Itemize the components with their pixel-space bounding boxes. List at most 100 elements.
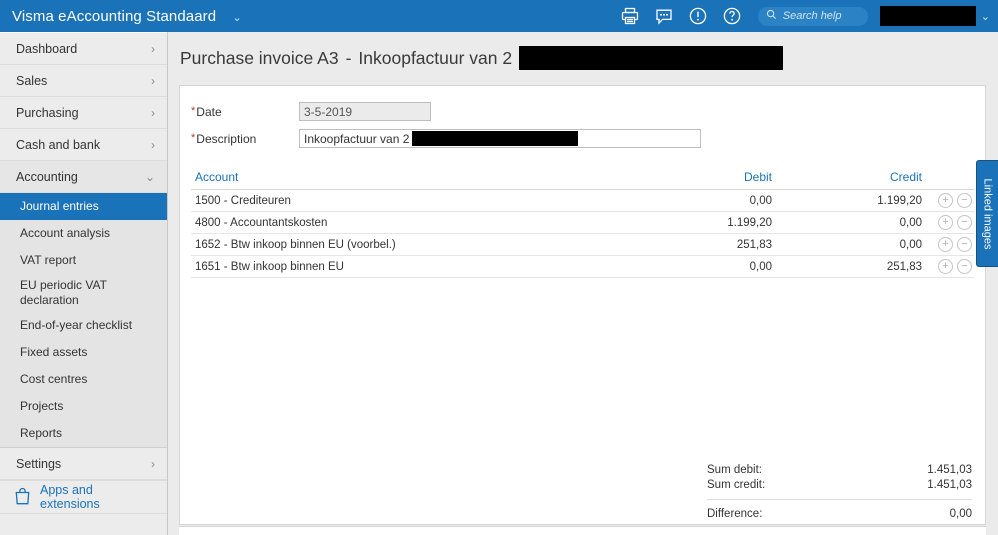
chevron-right-icon: › bbox=[151, 41, 155, 56]
sidebar-item-accounting[interactable]: Accounting ⌄ bbox=[0, 161, 167, 193]
remove-row-button[interactable]: − bbox=[957, 259, 972, 274]
linked-images-tab[interactable]: Linked images bbox=[976, 160, 998, 267]
sidebar-accounting-submenu: Journal entries Account analysis VAT rep… bbox=[0, 193, 167, 447]
cell-account: 1651 - Btw inkoop binnen EU bbox=[195, 260, 344, 273]
sidebar-bottom-items: Settings › Apps and extensions bbox=[0, 447, 167, 514]
cell-debit: 0,00 bbox=[749, 260, 772, 273]
search-icon bbox=[766, 7, 777, 25]
sidebar-item-label: Cash and bank bbox=[16, 137, 101, 152]
description-redacted bbox=[412, 131, 579, 146]
row-actions: + − bbox=[922, 193, 974, 208]
add-row-button[interactable]: + bbox=[938, 193, 953, 208]
sidebar-item-account-analysis[interactable]: Account analysis bbox=[0, 220, 167, 247]
description-field[interactable]: Inkoopfactuur van 2 bbox=[299, 129, 701, 148]
sidebar-item-journal-entries[interactable]: Journal entries bbox=[0, 193, 167, 220]
chevron-down-icon: ⌄ bbox=[144, 169, 155, 184]
app-brand-title[interactable]: Visma eAccounting Standaard ⌄ bbox=[0, 8, 242, 25]
sidebar-item-end-of-year-checklist[interactable]: End-of-year checklist bbox=[0, 312, 167, 339]
cell-credit: 0,00 bbox=[899, 216, 922, 229]
totals-summary: Sum debit: 1.451,03 Sum credit: 1.451,03… bbox=[707, 463, 972, 522]
page-title-separator: - bbox=[345, 47, 352, 68]
user-menu[interactable]: ⌄ bbox=[879, 6, 998, 26]
sidebar-item-sales[interactable]: Sales › bbox=[0, 65, 167, 97]
sidebar-item-reports[interactable]: Reports bbox=[0, 420, 167, 447]
sidebar-item-label: Purchasing bbox=[16, 105, 79, 120]
cell-credit: 251,83 bbox=[886, 260, 922, 273]
sidebar-item-purchasing[interactable]: Purchasing › bbox=[0, 97, 167, 129]
column-header-account[interactable]: Account bbox=[191, 170, 622, 184]
date-field[interactable]: 3-5-2019 bbox=[299, 102, 431, 121]
sidebar-subitem-label: Journal entries bbox=[20, 199, 99, 213]
user-name-redacted bbox=[879, 6, 976, 26]
add-row-button[interactable]: + bbox=[938, 215, 953, 230]
table-row[interactable]: 1651 - Btw inkoop binnen EU 0,00 251,83 … bbox=[191, 256, 974, 278]
form-row-date: * Date 3-5-2019 bbox=[191, 100, 985, 123]
sidebar-item-eu-periodic-vat-declaration[interactable]: EU periodic VAT declaration bbox=[0, 274, 167, 312]
sidebar-item-projects[interactable]: Projects bbox=[0, 393, 167, 420]
sidebar-item-label: Sales bbox=[16, 73, 48, 88]
header-icon-group: Search help bbox=[620, 6, 880, 26]
page-title-text: Inkoopfactuur van 2 bbox=[358, 47, 513, 68]
sum-credit-label: Sum credit: bbox=[707, 479, 766, 491]
sidebar-item-settings[interactable]: Settings › bbox=[0, 448, 167, 480]
cell-credit: 0,00 bbox=[899, 238, 922, 251]
required-marker: * bbox=[191, 105, 196, 117]
sidebar-item-vat-report[interactable]: VAT report bbox=[0, 247, 167, 274]
table-row[interactable]: 4800 - Accountantskosten 1.199,20 0,00 +… bbox=[191, 212, 974, 234]
sidebar-navigation: Dashboard › Sales › Purchasing › Cash an… bbox=[0, 32, 168, 535]
chevron-down-icon[interactable]: ⌄ bbox=[981, 10, 990, 23]
table-row[interactable]: 1652 - Btw inkoop binnen EU (voorbel.) 2… bbox=[191, 234, 974, 256]
sidebar-item-fixed-assets[interactable]: Fixed assets bbox=[0, 339, 167, 366]
cell-account: 1652 - Btw inkoop binnen EU (voorbel.) bbox=[195, 238, 396, 251]
add-row-button[interactable]: + bbox=[938, 237, 953, 252]
chevron-down-icon[interactable]: ⌄ bbox=[233, 11, 242, 24]
sidebar-item-dashboard[interactable]: Dashboard › bbox=[0, 33, 167, 65]
shopping-bag-icon bbox=[14, 487, 31, 508]
print-icon[interactable] bbox=[620, 6, 640, 26]
date-label: * Date bbox=[191, 105, 299, 119]
cell-debit: 0,00 bbox=[749, 194, 772, 207]
column-header-debit[interactable]: Debit bbox=[622, 170, 772, 184]
sum-debit-label: Sum debit: bbox=[707, 464, 762, 476]
sidebar-item-cash-and-bank[interactable]: Cash and bank › bbox=[0, 129, 167, 161]
chevron-right-icon: › bbox=[151, 73, 155, 88]
sidebar-item-label: Accounting bbox=[16, 169, 78, 184]
application-window: Visma eAccounting Standaard ⌄ Search hel… bbox=[0, 0, 998, 535]
page-title-prefix: Purchase invoice A3 bbox=[180, 47, 339, 68]
remove-row-button[interactable]: − bbox=[957, 237, 972, 252]
sidebar-subitem-label: Cost centres bbox=[20, 372, 88, 386]
sidebar-subitem-label: VAT report bbox=[20, 253, 77, 267]
main-content-area: Purchase invoice A3 - Inkoopfactuur van … bbox=[168, 32, 998, 535]
date-label-text: Date bbox=[196, 104, 222, 119]
sidebar-subitem-label: Reports bbox=[20, 426, 63, 440]
chat-icon[interactable] bbox=[654, 6, 674, 26]
journal-lines-table: Account Debit Credit 1500 - Crediteuren … bbox=[191, 164, 974, 278]
info-icon[interactable] bbox=[688, 6, 708, 26]
cell-credit: 1.199,20 bbox=[877, 194, 922, 207]
help-icon[interactable] bbox=[722, 6, 742, 26]
add-row-button[interactable]: + bbox=[938, 259, 953, 274]
date-value: 3-5-2019 bbox=[304, 104, 353, 119]
search-placeholder: Search help bbox=[782, 10, 842, 22]
description-value: Inkoopfactuur van 2 bbox=[304, 131, 410, 146]
table-row[interactable]: 1500 - Crediteuren 0,00 1.199,20 + − bbox=[191, 190, 974, 212]
row-actions: + − bbox=[922, 215, 974, 230]
sidebar-item-cost-centres[interactable]: Cost centres bbox=[0, 366, 167, 393]
cell-debit: 1.199,20 bbox=[727, 216, 772, 229]
sum-debit-value: 1.451,03 bbox=[927, 464, 972, 476]
sidebar-item-apps-and-extensions[interactable]: Apps and extensions bbox=[0, 480, 167, 514]
table-header-row: Account Debit Credit bbox=[191, 164, 974, 190]
chevron-right-icon: › bbox=[151, 137, 155, 152]
page-title-redacted bbox=[519, 46, 784, 70]
row-actions: + − bbox=[922, 237, 974, 252]
summary-row-sum-debit: Sum debit: 1.451,03 bbox=[707, 463, 972, 478]
column-header-credit[interactable]: Credit bbox=[772, 170, 922, 184]
remove-row-button[interactable]: − bbox=[957, 193, 972, 208]
remove-row-button[interactable]: − bbox=[957, 215, 972, 230]
description-label: * Description bbox=[191, 132, 299, 146]
sidebar-subitem-label: EU periodic VAT declaration bbox=[20, 278, 107, 307]
form-footer-actions: Actions ⌄ Save Cancel bbox=[179, 526, 986, 535]
sidebar-subitem-label: Fixed assets bbox=[20, 345, 88, 359]
sidebar-main-items: Dashboard › Sales › Purchasing › Cash an… bbox=[0, 32, 167, 193]
search-help-field[interactable]: Search help bbox=[757, 6, 868, 26]
